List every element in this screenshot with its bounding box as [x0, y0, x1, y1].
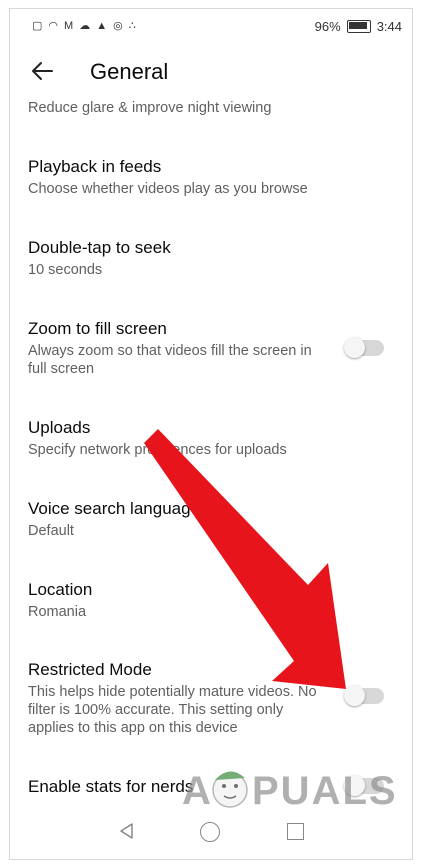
- red-arrow-icon: [144, 429, 346, 689]
- phone-screen: ▢ ◠ M ☁ ▲ ◎ ∴ 96% 3:44 General Reduce gl…: [9, 8, 413, 860]
